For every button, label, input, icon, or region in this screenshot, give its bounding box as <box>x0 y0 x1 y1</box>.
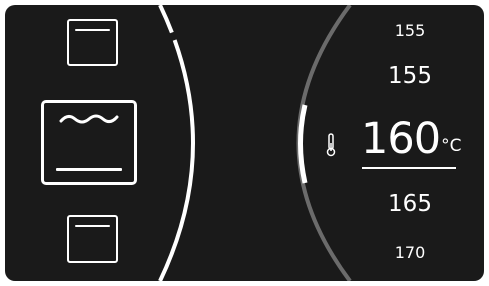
top-heat-bar <box>75 225 110 227</box>
mode-bottom-heat-button[interactable] <box>67 215 118 263</box>
mode-standard-button[interactable] <box>67 19 118 66</box>
thermometer-icon <box>326 133 336 157</box>
temperature-unit: °C <box>441 136 462 156</box>
selected-temperature-value: 160 <box>361 114 441 164</box>
temp-option-below-2[interactable]: 170 <box>395 243 426 262</box>
oven-control-screen: 155 155 160°C 165 170 <box>5 5 484 281</box>
temp-option-above-2[interactable]: 155 <box>395 21 426 40</box>
bottom-heat-bar <box>56 168 122 171</box>
mode-selector-arc <box>158 5 195 281</box>
grill-wave-icon <box>59 114 119 124</box>
selection-underline <box>362 167 456 169</box>
temp-option-above-1[interactable]: 155 <box>388 63 432 89</box>
top-heat-bar <box>75 29 110 31</box>
mode-grill-button[interactable] <box>41 100 137 185</box>
temperature-active-arc <box>298 104 308 184</box>
temp-option-below-1[interactable]: 165 <box>388 191 432 217</box>
selected-temperature[interactable]: 160°C <box>361 113 461 165</box>
